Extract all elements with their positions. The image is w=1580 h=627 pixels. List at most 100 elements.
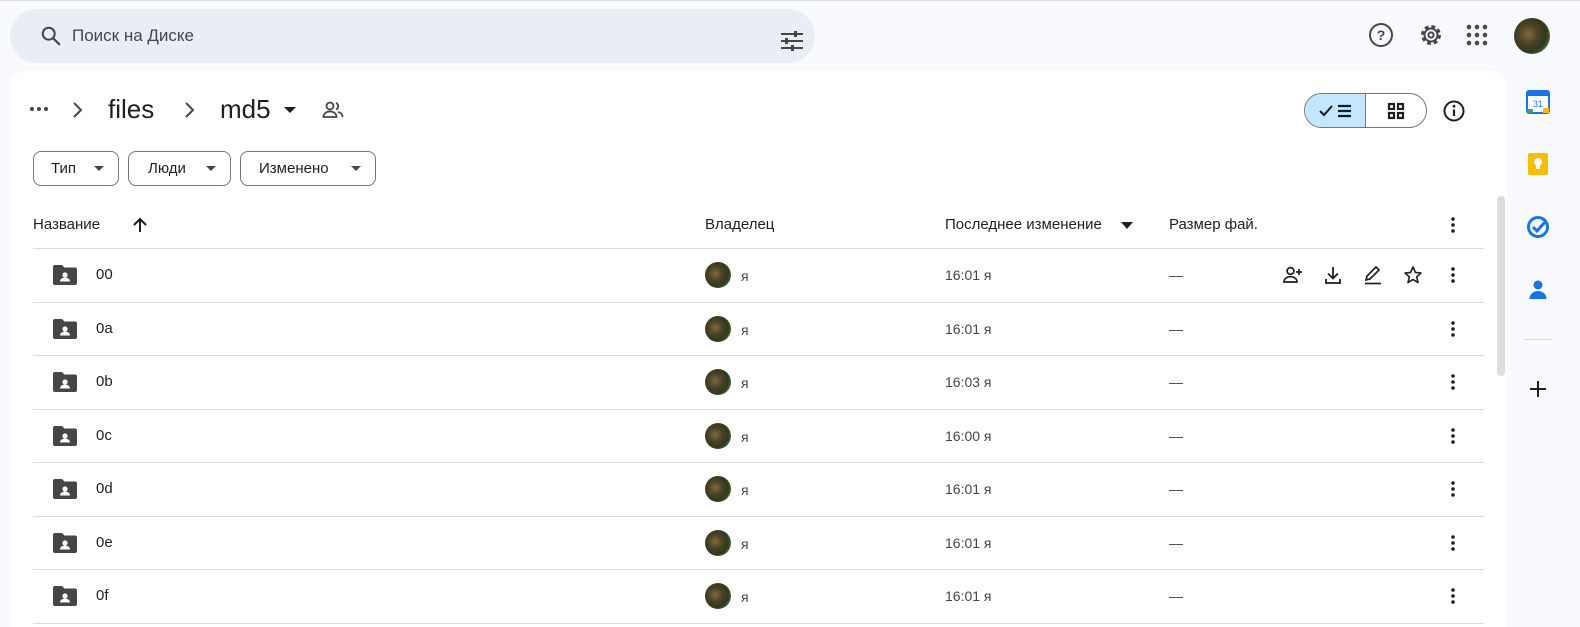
search-icon[interactable] <box>40 25 62 47</box>
owner-avatar <box>705 315 731 342</box>
search-bar[interactable] <box>10 9 815 63</box>
apps-grid-icon[interactable] <box>1464 22 1490 48</box>
more-vert-icon[interactable] <box>1443 265 1463 285</box>
modified-time: 16:01 я <box>945 534 992 551</box>
table-row[interactable]: 0d я 16:01 я — <box>33 463 1484 516</box>
owner-avatar <box>705 583 731 609</box>
table-row[interactable]: 0c я 16:00 я — <box>33 410 1484 463</box>
file-name[interactable]: 0c <box>96 427 112 444</box>
file-name[interactable]: 0f <box>96 587 109 604</box>
sort-ascending-arrow-icon[interactable] <box>132 217 148 233</box>
owner-name: я <box>741 589 749 605</box>
shared-folder-icon <box>53 318 77 339</box>
modified-time: 16:01 я <box>945 267 992 283</box>
file-name[interactable]: 00 <box>96 266 113 283</box>
shared-folder-icon <box>53 532 77 553</box>
account-avatar[interactable] <box>1514 18 1550 54</box>
shared-folder-icon <box>53 479 77 499</box>
filter-modified-chip[interactable]: Изменено <box>240 151 376 186</box>
file-size: — <box>1169 320 1183 337</box>
settings-gear-icon[interactable] <box>1418 22 1444 48</box>
modified-time: 16:01 я <box>945 320 992 337</box>
file-size: — <box>1169 374 1183 390</box>
owner-name: я <box>741 482 749 498</box>
more-vert-icon[interactable] <box>1443 533 1463 553</box>
grid-view-button[interactable] <box>1366 94 1426 127</box>
more-vert-icon[interactable] <box>1443 372 1463 392</box>
file-name[interactable]: 0d <box>96 480 113 497</box>
more-vert-icon[interactable] <box>1443 479 1463 499</box>
shared-folder-icon <box>53 586 77 606</box>
search-input[interactable] <box>72 21 752 51</box>
caret-down-icon <box>206 166 216 171</box>
top-bar: ? <box>0 0 1580 70</box>
file-name[interactable]: 0a <box>96 320 113 337</box>
breadcrumb-more-icon[interactable] <box>28 98 50 120</box>
folder-menu-caret-icon[interactable] <box>283 106 297 114</box>
table-row[interactable]: 0a я 16:01 я — <box>33 303 1484 356</box>
caret-down-icon <box>351 166 361 171</box>
owner-name: я <box>741 375 749 391</box>
filter-label: Тип <box>51 160 77 177</box>
modified-time: 16:01 я <box>945 588 992 604</box>
share-add-person-icon[interactable] <box>1283 265 1303 285</box>
search-options-icon[interactable] <box>780 31 804 51</box>
owner-name: я <box>741 535 749 552</box>
shared-folder-icon <box>53 265 77 285</box>
table-row[interactable]: 0f я 16:01 я — <box>33 570 1484 623</box>
column-header-name[interactable]: Название <box>33 216 100 233</box>
list-view-button[interactable] <box>1305 94 1366 127</box>
chevron-right-icon <box>73 102 83 118</box>
column-header-modified[interactable]: Последнее изменение <box>945 216 1102 233</box>
info-icon[interactable] <box>1442 99 1466 123</box>
file-size: — <box>1169 267 1183 283</box>
download-icon[interactable] <box>1323 265 1343 285</box>
file-size: — <box>1169 588 1183 604</box>
owner-name: я <box>741 428 749 445</box>
filter-people-chip[interactable]: Люди <box>128 151 231 186</box>
more-vert-icon[interactable] <box>1443 319 1463 339</box>
modified-time: 16:01 я <box>945 481 992 497</box>
table-row[interactable]: 0e я 16:01 я — <box>33 517 1484 570</box>
owner-avatar <box>705 369 731 395</box>
chevron-right-icon <box>185 102 195 118</box>
calendar-icon[interactable]: 31 <box>1526 90 1550 114</box>
check-list-icon <box>1319 104 1351 117</box>
more-vert-icon[interactable] <box>1443 586 1463 606</box>
filter-type-chip[interactable]: Тип <box>33 151 119 186</box>
sort-caret-down-icon[interactable] <box>1121 222 1133 229</box>
divider <box>1524 339 1552 340</box>
owner-avatar <box>705 476 731 502</box>
help-icon[interactable]: ? <box>1368 22 1394 48</box>
file-size: — <box>1169 481 1183 497</box>
breadcrumb-current[interactable]: md5 <box>220 94 271 125</box>
filter-label: Изменено <box>259 160 329 177</box>
owner-avatar <box>705 262 731 288</box>
filter-label: Люди <box>148 160 186 177</box>
column-header-size[interactable]: Размер фай. <box>1169 216 1258 233</box>
shared-people-icon <box>322 101 344 118</box>
scrollbar[interactable] <box>1497 196 1505 376</box>
view-toggle <box>1304 93 1427 128</box>
file-name[interactable]: 0e <box>96 534 113 551</box>
star-icon[interactable] <box>1403 265 1423 285</box>
column-header-owner[interactable]: Владелец <box>705 216 774 233</box>
caret-down-icon <box>94 166 104 171</box>
tasks-icon[interactable] <box>1526 215 1550 239</box>
file-size: — <box>1169 534 1183 551</box>
table-row[interactable]: 0b я 16:03 я — <box>33 356 1484 409</box>
owner-name: я <box>741 321 749 338</box>
contacts-icon[interactable] <box>1526 277 1550 301</box>
add-plus-icon[interactable] <box>1526 377 1550 401</box>
breadcrumb-parent[interactable]: files <box>108 94 154 125</box>
more-vert-icon[interactable] <box>1443 215 1463 235</box>
table-row[interactable]: 00 я 16:01 я — <box>33 249 1484 302</box>
file-name[interactable]: 0b <box>96 373 113 390</box>
owner-name: я <box>741 268 749 284</box>
keep-icon[interactable] <box>1526 152 1550 176</box>
modified-time: 16:00 я <box>945 427 992 444</box>
owner-avatar <box>705 422 731 449</box>
calendar-day-text: 31 <box>1533 99 1543 109</box>
more-vert-icon[interactable] <box>1443 426 1463 446</box>
rename-pencil-icon[interactable] <box>1363 265 1383 285</box>
